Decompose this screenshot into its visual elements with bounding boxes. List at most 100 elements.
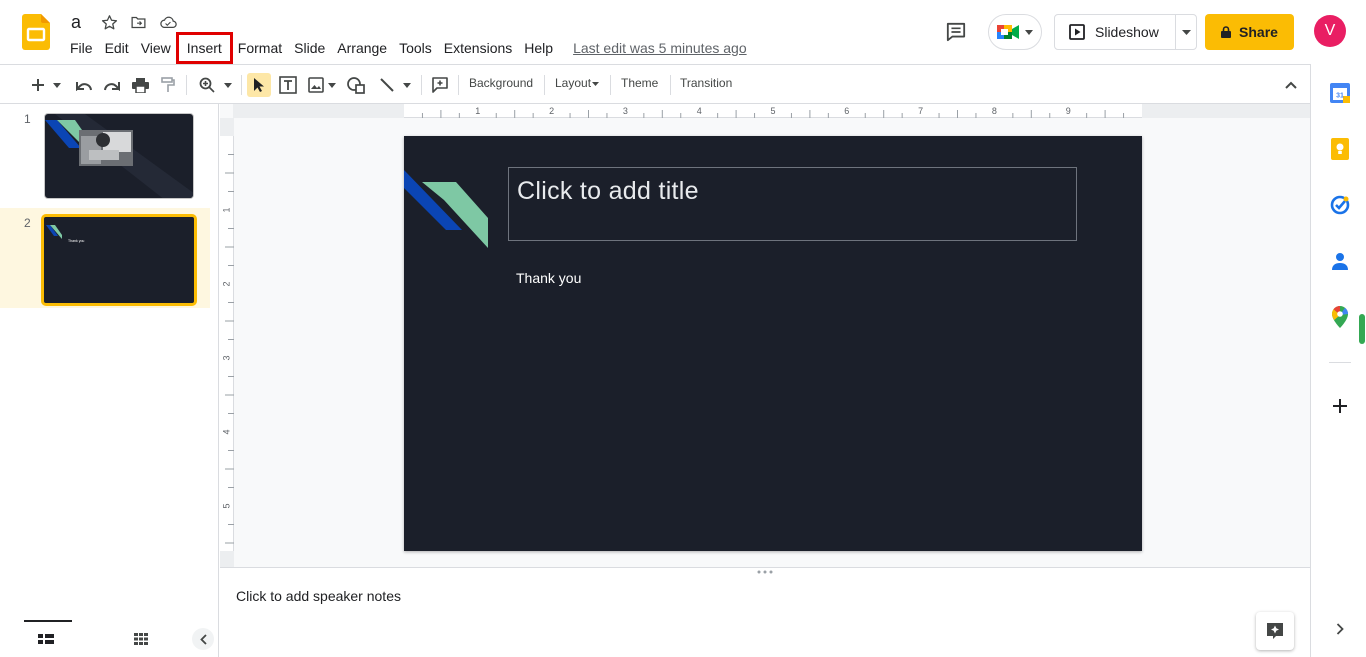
undo-icon xyxy=(76,82,92,91)
document-title[interactable]: a xyxy=(71,12,81,33)
title-placeholder[interactable]: Click to add title xyxy=(508,167,1077,241)
slide-body-text[interactable]: Thank you xyxy=(516,270,581,286)
new-slide-button[interactable] xyxy=(26,73,66,97)
horizontal-ruler[interactable]: 1 2 3 4 5 6 7 8 9 xyxy=(233,104,1310,118)
menu-help[interactable]: Help xyxy=(518,37,559,59)
chevron-up-icon xyxy=(1285,81,1297,89)
insert-image-button[interactable] xyxy=(305,73,339,97)
layout-button[interactable]: Layout xyxy=(555,76,600,90)
comments-button[interactable] xyxy=(942,20,970,44)
image-icon xyxy=(308,77,324,93)
paint-format-icon xyxy=(161,77,175,92)
get-addons-button[interactable] xyxy=(1329,395,1351,417)
plus-icon xyxy=(32,79,44,91)
vertical-ruler[interactable]: 1 2 3 4 5 xyxy=(220,118,234,568)
ruler-tick-label: 5 xyxy=(221,503,231,508)
slideshow-options-button[interactable] xyxy=(1175,15,1196,49)
slide-thumbnail[interactable] xyxy=(44,113,194,199)
plus-icon xyxy=(1333,399,1347,413)
slideshow-label: Slideshow xyxy=(1095,24,1159,40)
toolbar-separator xyxy=(186,75,187,95)
slideshow-button-group: Slideshow xyxy=(1054,14,1197,50)
chevron-down-icon xyxy=(1181,29,1191,35)
current-slide[interactable]: Click to add title Thank you xyxy=(404,136,1142,551)
menu-insert[interactable]: Insert xyxy=(175,32,233,64)
toolbar-separator xyxy=(458,75,459,95)
speaker-notes-placeholder[interactable]: Click to add speaker notes xyxy=(236,588,401,604)
contacts-icon xyxy=(1332,253,1348,270)
ruler-tick-label: 3 xyxy=(623,106,628,116)
ruler-tick-label: 1 xyxy=(475,106,480,116)
speaker-notes[interactable]: Click to add speaker notes xyxy=(220,577,1310,657)
select-tool-button[interactable] xyxy=(247,73,271,97)
menu-edit[interactable]: Edit xyxy=(99,37,135,59)
calendar-icon: 31 xyxy=(1330,83,1350,103)
line-button[interactable] xyxy=(375,73,415,97)
contacts-button[interactable] xyxy=(1329,250,1351,272)
menu-tools[interactable]: Tools xyxy=(393,37,438,59)
avatar[interactable]: V xyxy=(1314,15,1346,47)
active-addon-indicator xyxy=(1359,314,1365,344)
last-edit-link[interactable]: Last edit was 5 minutes ago xyxy=(573,40,747,56)
ruler-tick-label: 9 xyxy=(1066,106,1071,116)
add-comment-icon xyxy=(432,77,448,93)
zoom-button[interactable] xyxy=(195,73,235,97)
transition-button[interactable]: Transition xyxy=(680,76,732,90)
redo-button[interactable] xyxy=(101,73,123,97)
grid-view-button[interactable] xyxy=(134,632,148,650)
drag-handle-icon xyxy=(757,570,773,574)
background-button[interactable]: Background xyxy=(469,76,533,90)
menu-slide[interactable]: Slide xyxy=(288,37,331,59)
menu-extensions[interactable]: Extensions xyxy=(438,37,518,59)
collapse-menus-button[interactable] xyxy=(1280,73,1302,97)
share-label: Share xyxy=(1239,24,1278,40)
show-side-panel-button[interactable] xyxy=(1329,618,1351,640)
toolbar-separator xyxy=(421,75,422,95)
tasks-button[interactable] xyxy=(1329,194,1351,216)
cursor-icon xyxy=(254,78,264,92)
star-icon[interactable] xyxy=(100,13,118,31)
chevron-right-icon xyxy=(1336,623,1344,635)
shape-button[interactable] xyxy=(345,73,367,97)
notes-resize-handle[interactable] xyxy=(220,567,1310,577)
slide-thumbnail-selected[interactable]: Thank you xyxy=(42,215,196,305)
toolbar-separator xyxy=(610,75,611,95)
slide-2-preview-text: Thank you xyxy=(68,239,84,243)
keep-button[interactable] xyxy=(1329,138,1351,160)
slide-thumbnail-row[interactable]: 1 xyxy=(0,104,210,204)
meet-button[interactable] xyxy=(988,14,1042,50)
ruler-tick-label: 1 xyxy=(221,207,231,212)
text-box-icon xyxy=(279,76,297,94)
text-box-button[interactable] xyxy=(277,73,299,97)
menu-format[interactable]: Format xyxy=(232,37,288,59)
share-button[interactable]: Share xyxy=(1205,14,1294,50)
active-view-indicator xyxy=(24,620,72,622)
filmstrip-view-button[interactable] xyxy=(38,632,54,650)
side-panel: 31 xyxy=(1310,64,1366,657)
slideshow-button[interactable]: Slideshow xyxy=(1055,15,1175,49)
maps-button[interactable] xyxy=(1329,306,1351,328)
hide-filmstrip-button[interactable] xyxy=(192,628,214,650)
theme-button[interactable]: Theme xyxy=(621,76,658,90)
chevron-down-icon xyxy=(403,82,411,88)
paint-format-button[interactable] xyxy=(157,73,179,97)
slide-thumbnail-row[interactable]: 2 Thank you xyxy=(0,208,210,308)
menu-bar: File Edit View Insert Format Slide Arran… xyxy=(64,32,747,64)
explore-button[interactable] xyxy=(1256,612,1294,650)
print-button[interactable] xyxy=(129,73,151,97)
add-comment-button[interactable] xyxy=(429,73,451,97)
top-bar: a File Edit View Insert Format Slide Arr… xyxy=(0,0,1366,64)
undo-button[interactable] xyxy=(73,73,95,97)
menu-view[interactable]: View xyxy=(135,37,177,59)
horizontal-ruler-marks: 1 2 3 4 5 6 7 8 9 xyxy=(233,104,1310,118)
grid-view-icon xyxy=(134,633,148,645)
toolbar-separator xyxy=(670,75,671,95)
menu-arrange[interactable]: Arrange xyxy=(331,37,393,59)
calendar-button[interactable]: 31 xyxy=(1329,82,1351,104)
menu-file[interactable]: File xyxy=(64,37,99,59)
move-folder-icon[interactable] xyxy=(129,13,147,31)
slides-logo-icon[interactable] xyxy=(22,14,50,50)
cloud-saved-icon[interactable] xyxy=(159,13,177,31)
lock-icon xyxy=(1221,26,1232,38)
line-icon xyxy=(380,78,394,92)
